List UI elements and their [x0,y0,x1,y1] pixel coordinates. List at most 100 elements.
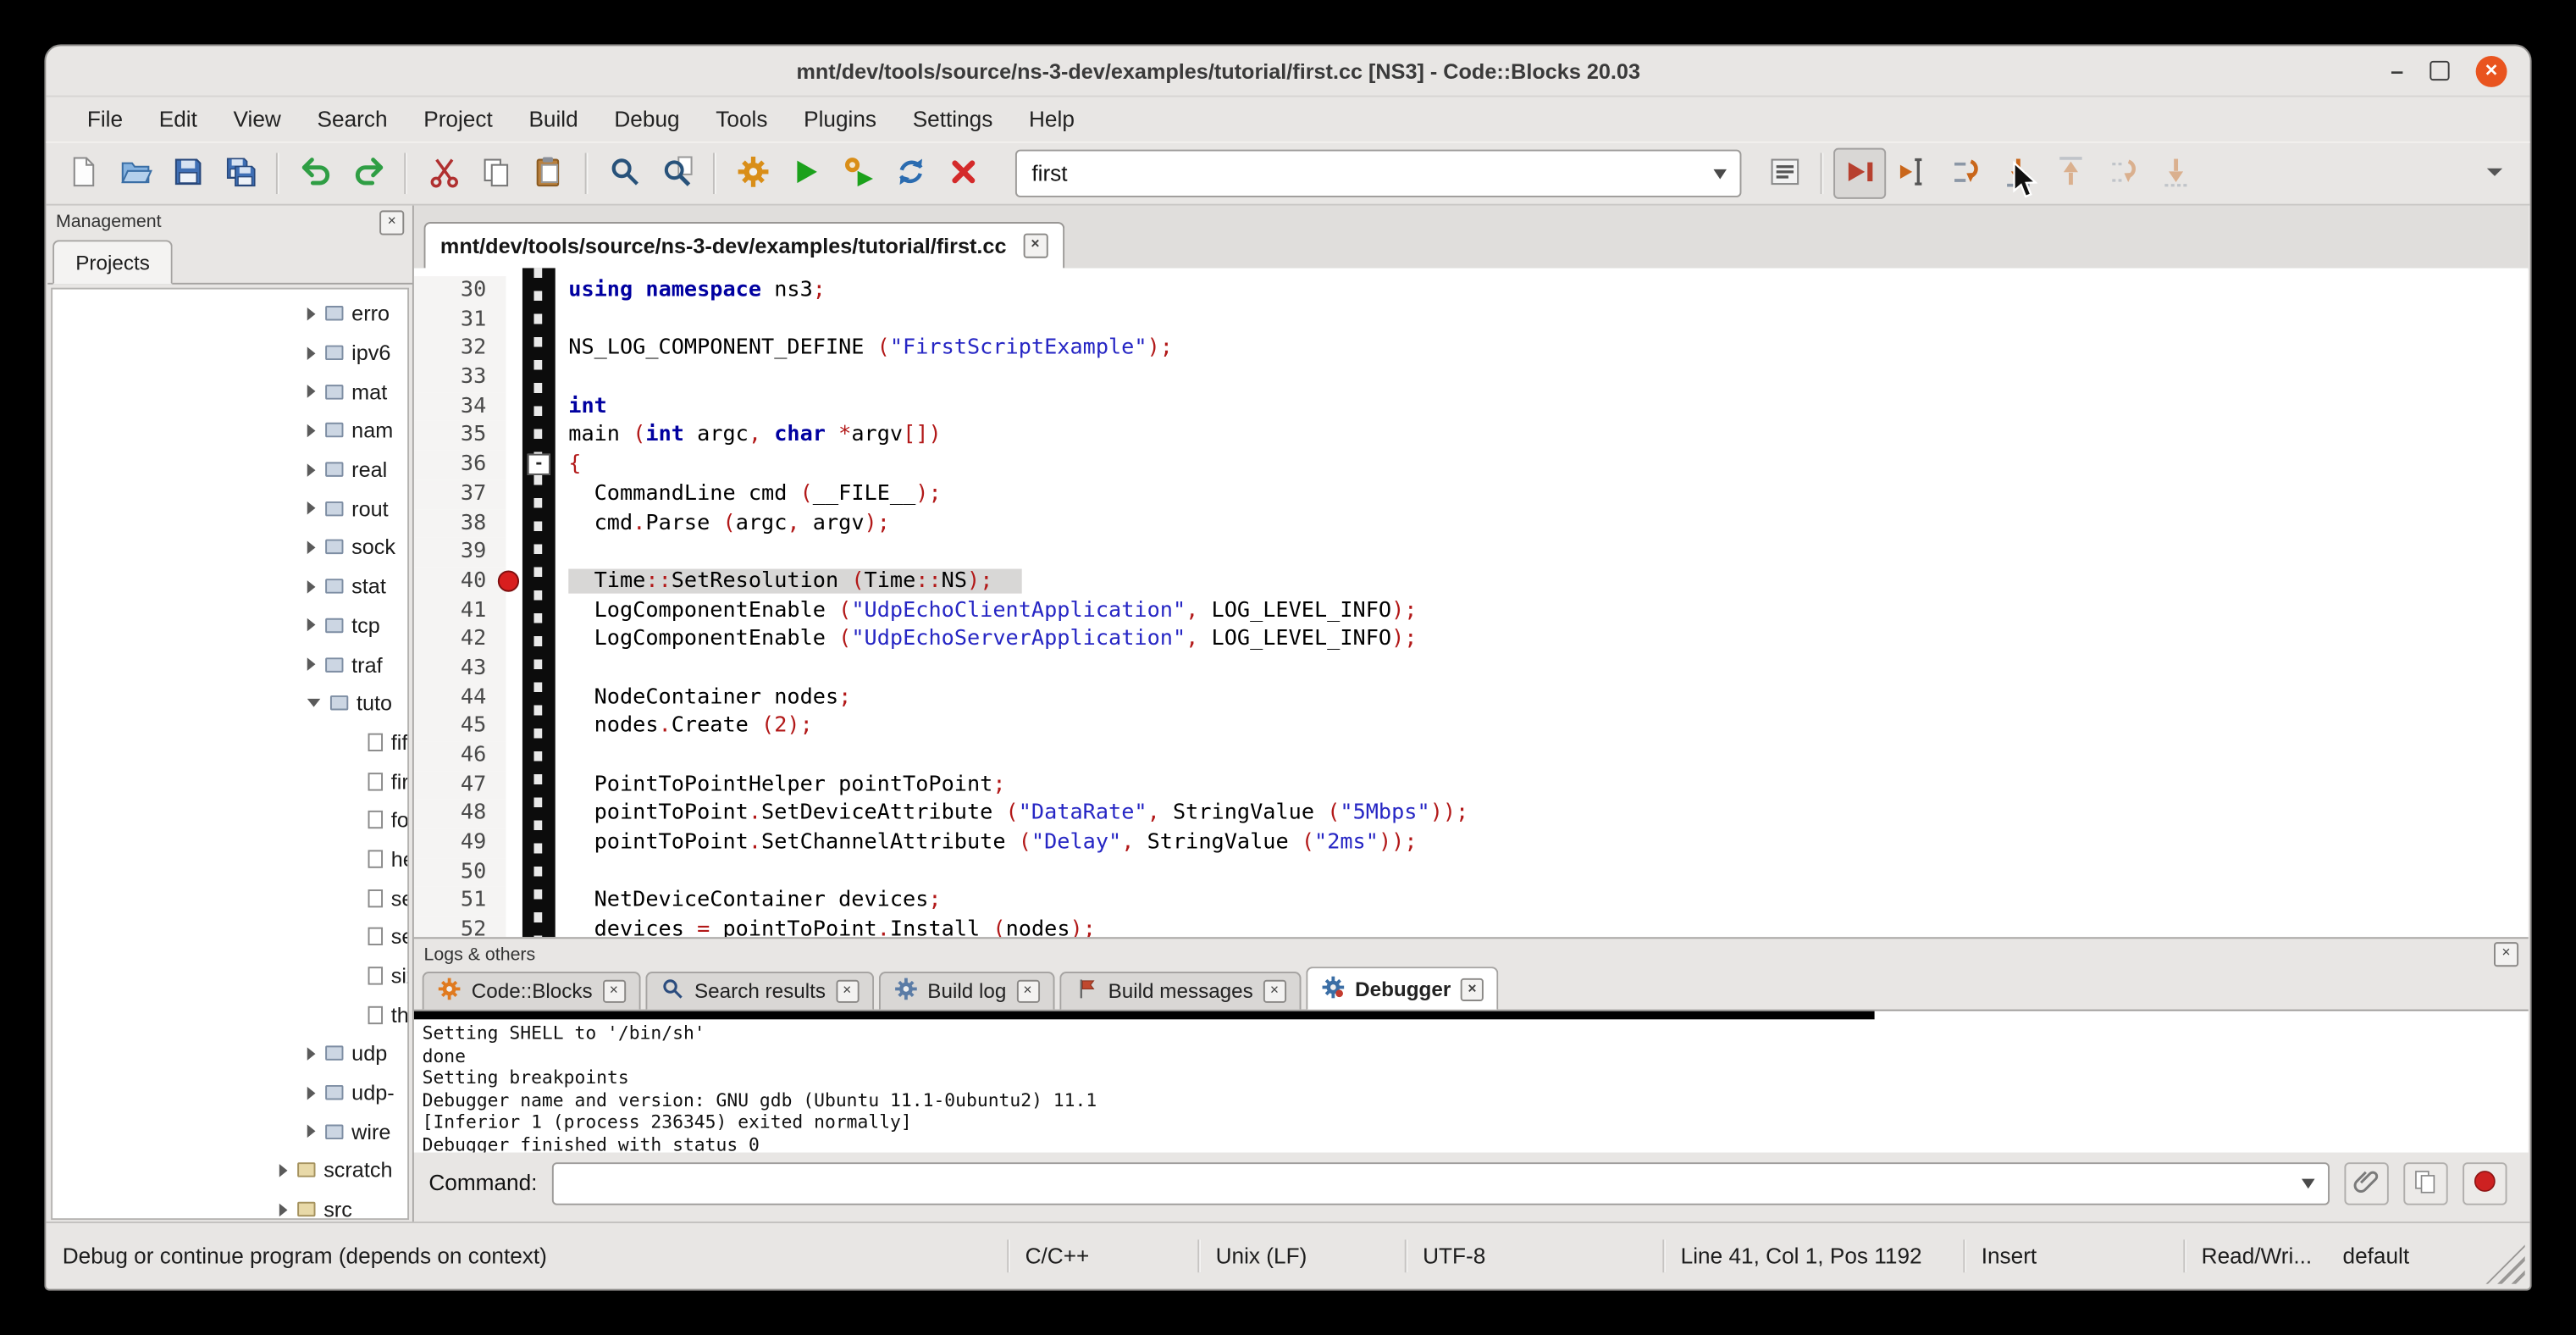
maximize-button[interactable] [2430,61,2449,80]
step-into-instruction-button[interactable] [2149,148,2202,199]
save-button[interactable] [161,148,213,199]
code-line[interactable]: 44 NodeContainer nodes; [414,684,2529,712]
tree-item-erro[interactable]: erro [53,294,407,333]
code-line[interactable]: 33 [414,363,2529,392]
send-command-button[interactable] [2345,1161,2389,1204]
step-out-button[interactable] [2043,148,2096,199]
abort-build-button[interactable] [937,148,989,199]
run-button[interactable] [779,148,832,199]
line-number[interactable]: 42 [414,625,506,654]
menu-item-edit[interactable]: Edit [141,106,215,130]
find-button[interactable] [598,148,650,199]
build-button[interactable] [727,148,779,199]
management-close-icon[interactable]: × [379,209,404,234]
chevron-right-icon[interactable] [307,1047,316,1061]
log-tab-debugger[interactable]: Debugger× [1306,967,1499,1009]
tree-item-fif[interactable]: fif [53,723,407,762]
open-button[interactable] [108,148,161,199]
tree-item-six[interactable]: six [53,956,407,995]
log-tab-close-icon[interactable]: × [1263,980,1285,1003]
log-tab-search-results[interactable]: Search results× [645,972,873,1010]
menu-item-file[interactable]: File [69,106,141,130]
tree-item-mat[interactable]: mat [53,372,407,411]
tree-item-traf[interactable]: traf [53,645,407,684]
breakpoint-marker[interactable] [498,570,519,591]
tree-item-he[interactable]: he [53,839,407,878]
line-number[interactable]: 48 [414,800,506,828]
code-line[interactable]: 46 [414,741,2529,770]
log-tab-close-icon[interactable]: × [1461,978,1484,1000]
command-input[interactable] [554,1171,2289,1195]
line-number[interactable]: 36 [414,451,506,479]
tree-item-tcp[interactable]: tcp [53,606,407,645]
redo-button[interactable] [342,148,395,199]
menu-item-help[interactable]: Help [1011,106,1093,130]
line-number[interactable]: 46 [414,741,506,770]
chevron-right-icon[interactable] [307,1086,316,1100]
menu-item-settings[interactable]: Settings [894,106,1010,130]
chevron-right-icon[interactable] [307,346,316,360]
code-line[interactable]: 31 [414,305,2529,334]
log-tab-build-log[interactable]: Build log× [878,972,1053,1010]
tree-item-wire[interactable]: wire [53,1112,407,1151]
chevron-right-icon[interactable] [307,579,316,593]
search-options-button[interactable] [1758,148,1810,199]
code-line[interactable]: 35main (int argc, char *argv[]) [414,422,2529,451]
tree-item-se[interactable]: se [53,878,407,917]
save-all-button[interactable] [213,148,266,199]
line-number[interactable]: 32 [414,335,506,363]
log-tab-close-icon[interactable]: × [836,980,859,1003]
code-line[interactable]: 30using namespace ns3; [414,276,2529,305]
undo-button[interactable] [289,148,341,199]
editor-tab-first-cc[interactable]: mnt/dev/tools/source/ns-3-dev/examples/t… [424,222,1064,269]
code-line[interactable]: 36{ [414,451,2529,479]
line-number[interactable]: 37 [414,479,506,508]
code-line[interactable]: 32NS_LOG_COMPONENT_DEFINE ("FirstScriptE… [414,335,2529,363]
line-number[interactable]: 41 [414,596,506,625]
copy-button[interactable] [470,148,522,199]
tree-item-scratch[interactable]: scratch [53,1151,407,1190]
code-line[interactable]: 43 [414,654,2529,683]
menu-item-tools[interactable]: Tools [698,106,786,130]
minimize-button[interactable]: – [2391,63,2403,79]
search-dropdown-button[interactable] [1700,152,1740,196]
code-line[interactable]: 40 Time::SetResolution (Time::NS); [414,567,2529,595]
line-number[interactable]: 43 [414,654,506,683]
tree-item-tuto[interactable]: tuto [53,684,407,723]
chevron-down-icon[interactable] [307,699,321,707]
line-number[interactable]: 44 [414,684,506,712]
tree-item-udp[interactable]: udp [53,1034,407,1073]
tree-item-se[interactable]: se [53,917,407,956]
code-line[interactable]: 47 PointToPointHelper pointToPoint; [414,771,2529,800]
tree-item-th[interactable]: th [53,995,407,1034]
logs-close-icon[interactable]: × [2494,942,2518,967]
line-number[interactable]: 49 [414,828,506,857]
tree-item-nam[interactable]: nam [53,411,407,450]
toolbar-overflow-button[interactable] [2468,148,2520,199]
line-number[interactable]: 33 [414,363,506,392]
menu-item-view[interactable]: View [215,106,299,130]
log-tab-close-icon[interactable]: × [1016,980,1039,1003]
code-line[interactable]: 45 nodes.Create (2); [414,712,2529,741]
resize-grip[interactable] [2485,1244,2525,1284]
code-line[interactable]: 50 [414,858,2529,887]
chevron-right-icon[interactable] [307,502,316,516]
code-line[interactable]: 41 LogComponentEnable ("UdpEchoClientApp… [414,596,2529,625]
menu-item-debug[interactable]: Debug [596,106,698,130]
next-line-button[interactable] [1938,148,1991,199]
chevron-right-icon[interactable] [307,618,316,632]
log-tab-close-icon[interactable]: × [602,980,625,1003]
code-line[interactable]: 51 NetDeviceContainer devices; [414,887,2529,916]
chevron-right-icon[interactable] [279,1164,288,1177]
line-number[interactable]: 45 [414,712,506,741]
command-dropdown-button[interactable] [2289,1163,2329,1203]
line-number[interactable]: 50 [414,858,506,887]
menu-item-project[interactable]: Project [406,106,511,130]
chevron-right-icon[interactable] [307,424,316,438]
copy-log-button[interactable] [2403,1161,2447,1204]
close-button[interactable]: ✕ [2476,55,2507,86]
tree-item-src[interactable]: src [53,1190,407,1220]
line-number[interactable]: 38 [414,509,506,538]
code-line[interactable]: 52 devices = pointToPoint.Install (nodes… [414,916,2529,937]
tree-item-fir[interactable]: fir [53,762,407,800]
